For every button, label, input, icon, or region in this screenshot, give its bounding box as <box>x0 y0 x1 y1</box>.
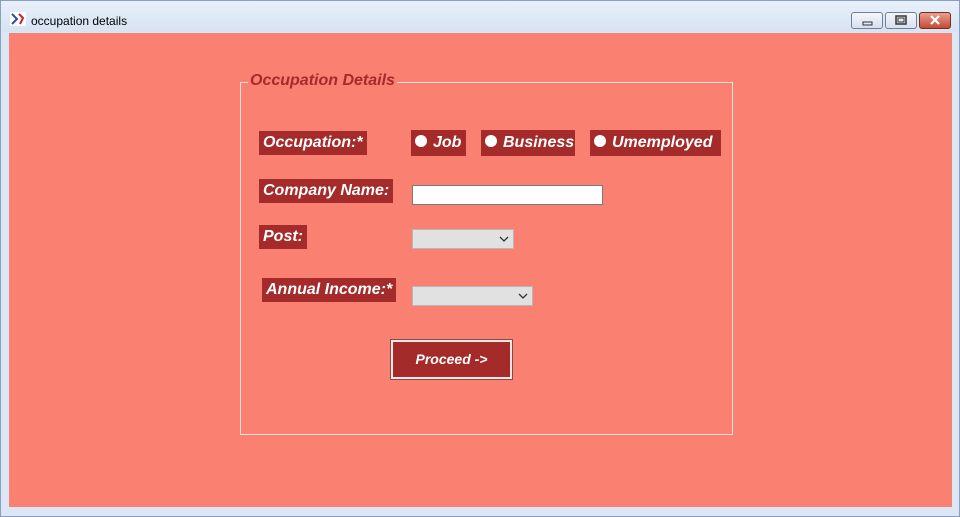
radio-unemployed-label: Umemployed <box>612 134 713 151</box>
radio-business[interactable]: Business <box>481 130 575 156</box>
annual-income-dropdown[interactable] <box>412 286 533 306</box>
company-name-label: Company Name: <box>259 179 394 203</box>
company-name-input[interactable] <box>412 185 603 205</box>
chevron-down-icon <box>518 293 528 299</box>
radio-job-label: Job <box>433 134 462 151</box>
app-window: occupation details Occupation Details Oc… <box>0 0 960 517</box>
app-icon <box>10 12 26 26</box>
chevron-down-icon <box>499 236 509 242</box>
radio-business-label: Business <box>503 134 575 151</box>
post-label: Post: <box>259 225 307 249</box>
title-bar[interactable]: occupation details <box>1 1 959 32</box>
radio-indicator <box>594 135 606 148</box>
close-button[interactable] <box>919 12 951 29</box>
minimize-button[interactable] <box>851 12 883 29</box>
annual-income-label: Annual Income:* <box>262 278 397 302</box>
occupation-label: Occupation:* <box>259 131 367 155</box>
radio-job[interactable]: Job <box>411 130 466 156</box>
window-title: occupation details <box>31 14 128 28</box>
close-icon <box>930 15 940 25</box>
radio-indicator <box>415 135 427 148</box>
radio-unemployed[interactable]: Umemployed <box>590 130 721 156</box>
proceed-button[interactable]: Proceed -> <box>390 339 513 380</box>
form-area: Occupation Details Occupation:* Job Busi… <box>9 33 952 507</box>
frame-legend: Occupation Details <box>248 72 397 90</box>
minimize-icon <box>862 21 873 26</box>
maximize-icon <box>895 15 907 25</box>
maximize-button[interactable] <box>885 12 917 29</box>
radio-indicator <box>485 135 497 148</box>
post-dropdown[interactable] <box>412 229 514 249</box>
